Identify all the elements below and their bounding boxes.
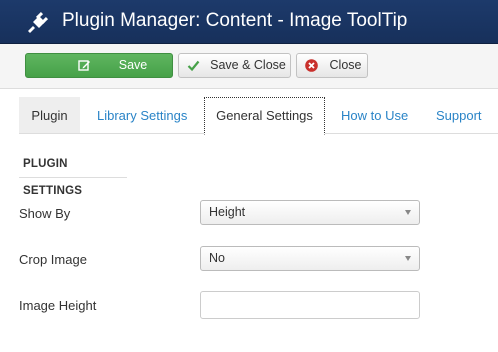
tab-plugin[interactable]: Plugin — [19, 97, 80, 134]
check-icon — [187, 60, 200, 72]
tab-support[interactable]: Support — [436, 97, 482, 134]
section-title: PLUGIN SETTINGS — [19, 151, 127, 197]
close-button-label: Close — [329, 58, 362, 72]
tab-general-settings[interactable]: General Settings — [204, 97, 325, 135]
crop-image-label: Crop Image — [19, 252, 87, 267]
crop-image-select[interactable]: No — [200, 246, 420, 271]
close-icon — [305, 59, 318, 72]
image-height-input[interactable] — [200, 291, 420, 319]
toolbar: Save Save & Close Close — [0, 44, 498, 89]
save-and-close-button-label: Save & Close — [210, 58, 286, 72]
chevron-down-icon — [405, 256, 411, 261]
save-button[interactable]: Save — [25, 53, 173, 78]
plug-icon — [28, 11, 49, 33]
page-header: Plugin Manager: Content - Image ToolTip — [0, 0, 498, 44]
image-height-label: Image Height — [19, 298, 97, 313]
show-by-value: Height — [209, 205, 246, 219]
save-and-close-button[interactable]: Save & Close — [178, 53, 291, 78]
chevron-down-icon — [405, 210, 411, 215]
tab-library-settings[interactable]: Library Settings — [97, 97, 187, 134]
save-button-label: Save — [118, 58, 148, 72]
tab-how-to-use[interactable]: How to Use — [341, 97, 408, 134]
close-button[interactable]: Close — [296, 53, 368, 78]
show-by-select[interactable]: Height — [200, 200, 420, 225]
settings-tabs: Plugin Library Settings General Settings… — [19, 97, 498, 135]
show-by-label: Show By — [19, 206, 71, 221]
crop-image-value: No — [209, 251, 225, 265]
page-title: Plugin Manager: Content - Image ToolTip — [62, 10, 408, 31]
edit-icon — [78, 60, 90, 71]
